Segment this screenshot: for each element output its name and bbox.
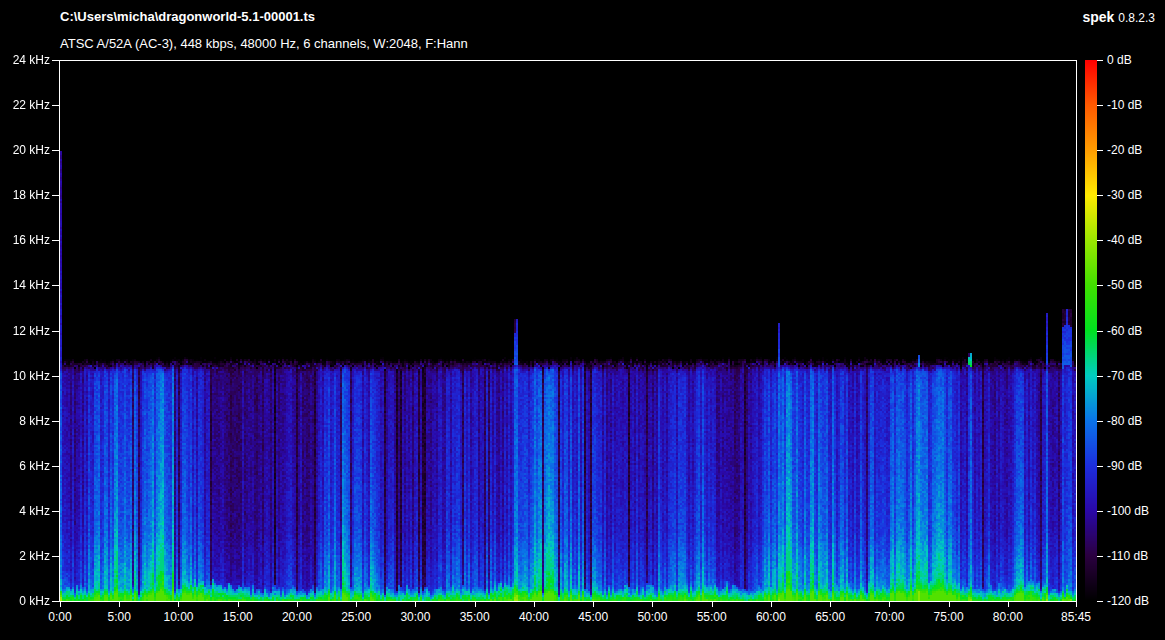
spectrogram-plot: [59, 60, 1077, 602]
freq-tick: [52, 601, 59, 602]
freq-tick-label: 2 kHz: [0, 549, 50, 563]
db-tick-label: -10 dB: [1107, 98, 1142, 112]
db-tick-label: -30 dB: [1107, 188, 1142, 202]
db-tick-label: 0 dB: [1107, 53, 1132, 67]
time-tick: [652, 601, 653, 607]
time-tick-label: 10:00: [148, 610, 208, 624]
db-tick-label: -120 dB: [1107, 594, 1149, 608]
freq-tick: [52, 556, 59, 557]
db-tick-label: -70 dB: [1107, 369, 1142, 383]
time-tick-label: 70:00: [859, 610, 919, 624]
app-version: 0.8.2.3: [1118, 11, 1155, 25]
time-tick: [238, 601, 239, 607]
time-tick: [475, 601, 476, 607]
spek-window: C:\Users\micha\dragonworld-5.1-00001.ts …: [0, 0, 1165, 640]
db-tick: [1097, 240, 1103, 241]
db-tick-label: -40 dB: [1107, 233, 1142, 247]
db-tick: [1097, 331, 1103, 332]
db-tick: [1097, 376, 1103, 377]
time-tick-label: 85:45: [1046, 610, 1106, 624]
time-tick-label: 15:00: [208, 610, 268, 624]
time-tick: [771, 601, 772, 607]
freq-tick-label: 0 kHz: [0, 594, 50, 608]
time-tick: [297, 601, 298, 607]
time-tick-label: 60:00: [741, 610, 801, 624]
db-tick: [1097, 466, 1103, 467]
db-tick: [1097, 195, 1103, 196]
time-tick-label: 50:00: [622, 610, 682, 624]
time-tick-label: 35:00: [445, 610, 505, 624]
db-tick-label: -20 dB: [1107, 143, 1142, 157]
time-tick: [593, 601, 594, 607]
stream-info: ATSC A/52A (AC-3), 448 kbps, 48000 Hz, 6…: [60, 36, 468, 51]
db-legend-gradient: [1085, 60, 1097, 601]
db-tick-label: -110 dB: [1107, 549, 1148, 563]
db-tick: [1097, 421, 1103, 422]
time-tick: [712, 601, 713, 607]
time-tick-label: 5:00: [89, 610, 149, 624]
spectrogram-canvas: [60, 61, 1076, 601]
time-tick-label: 40:00: [504, 610, 564, 624]
db-tick-label: -100 dB: [1107, 504, 1149, 518]
freq-tick: [52, 331, 59, 332]
db-tick-label: -50 dB: [1107, 278, 1142, 292]
db-tick: [1097, 285, 1103, 286]
time-tick: [356, 601, 357, 607]
freq-tick-label: 4 kHz: [0, 504, 50, 518]
time-tick-label: 30:00: [385, 610, 445, 624]
time-tick: [889, 601, 890, 607]
freq-tick: [52, 195, 59, 196]
freq-tick: [52, 511, 59, 512]
app-name: spek: [1082, 9, 1114, 25]
time-tick: [534, 601, 535, 607]
time-tick: [1076, 601, 1077, 607]
time-tick-label: 0:00: [30, 610, 90, 624]
db-tick: [1097, 601, 1103, 602]
freq-tick-label: 12 kHz: [0, 324, 50, 338]
app-brand: spek 0.8.2.3: [1082, 9, 1155, 25]
freq-tick-label: 6 kHz: [0, 459, 50, 473]
freq-tick: [52, 421, 59, 422]
db-tick: [1097, 556, 1103, 557]
time-tick-label: 45:00: [563, 610, 623, 624]
file-path: C:\Users\micha\dragonworld-5.1-00001.ts: [60, 9, 315, 24]
freq-tick: [52, 60, 59, 61]
freq-tick-label: 24 kHz: [0, 53, 50, 67]
freq-tick-label: 20 kHz: [0, 143, 50, 157]
time-tick-label: 80:00: [978, 610, 1038, 624]
time-tick-label: 75:00: [919, 610, 979, 624]
time-tick-label: 55:00: [682, 610, 742, 624]
freq-tick-label: 8 kHz: [0, 414, 50, 428]
freq-tick: [52, 105, 59, 106]
freq-tick: [52, 150, 59, 151]
db-tick: [1097, 105, 1103, 106]
freq-tick: [52, 466, 59, 467]
time-tick: [949, 601, 950, 607]
db-tick-label: -60 dB: [1107, 324, 1142, 338]
time-tick: [60, 601, 61, 607]
time-tick: [119, 601, 120, 607]
freq-tick: [52, 240, 59, 241]
time-tick: [830, 601, 831, 607]
db-tick: [1097, 60, 1103, 61]
freq-tick: [52, 285, 59, 286]
freq-tick: [52, 376, 59, 377]
time-tick: [415, 601, 416, 607]
db-tick-label: -80 dB: [1107, 414, 1142, 428]
time-tick-label: 25:00: [326, 610, 386, 624]
time-tick: [178, 601, 179, 607]
db-tick-label: -90 dB: [1107, 459, 1142, 473]
time-tick: [1008, 601, 1009, 607]
db-tick: [1097, 511, 1103, 512]
time-tick-label: 20:00: [267, 610, 327, 624]
freq-tick-label: 22 kHz: [0, 98, 50, 112]
freq-tick-label: 16 kHz: [0, 233, 50, 247]
freq-tick-label: 14 kHz: [0, 278, 50, 292]
time-tick-label: 65:00: [800, 610, 860, 624]
freq-tick-label: 10 kHz: [0, 369, 50, 383]
db-tick: [1097, 150, 1103, 151]
freq-tick-label: 18 kHz: [0, 188, 50, 202]
